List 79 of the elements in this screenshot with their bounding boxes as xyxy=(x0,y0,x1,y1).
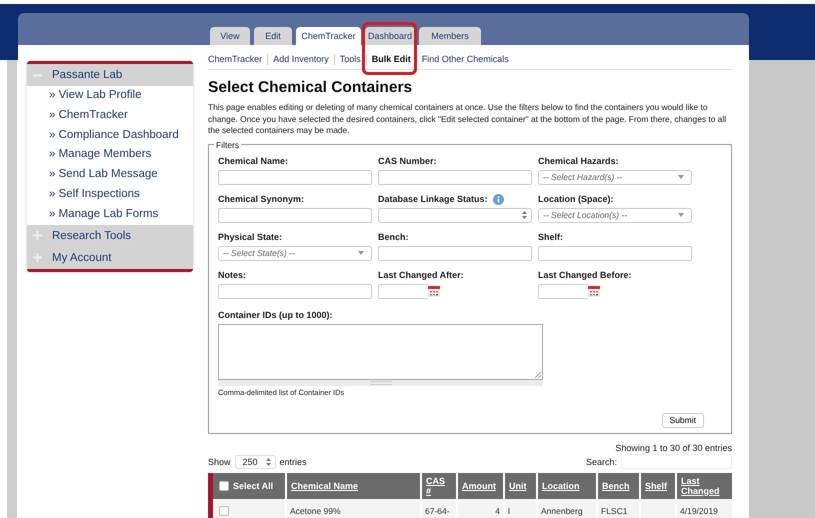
field-label: Chemical Synonym: xyxy=(218,194,304,204)
nav-tab[interactable]: Dashboard xyxy=(365,27,415,45)
table-cell: Acetone 99% xyxy=(290,506,341,516)
nav-tab[interactable]: Edit xyxy=(254,27,292,45)
dropdown[interactable]: -- Select Hazard(s) -- xyxy=(538,170,692,185)
sidebar-link[interactable]: » Compliance Dashboard xyxy=(27,126,193,146)
plus-icon xyxy=(33,231,42,240)
field-label: CAS Number: xyxy=(378,156,437,166)
field-label: Chemical Hazards: xyxy=(538,156,619,166)
search-label: Search: xyxy=(586,456,617,467)
nav-tab[interactable]: Members xyxy=(419,27,481,45)
nav-tab[interactable]: View xyxy=(210,27,250,45)
text-field[interactable] xyxy=(218,170,372,185)
dropdown[interactable]: -- Select Location(s) -- xyxy=(538,208,692,223)
sidebar-link[interactable]: » Manage Lab Forms xyxy=(27,204,193,225)
text-area[interactable] xyxy=(218,324,543,380)
text-field[interactable] xyxy=(218,284,372,299)
field-label: Container IDs (up to 1000): xyxy=(218,310,334,320)
field-label: Chemical Name: xyxy=(218,156,288,166)
subnav-link[interactable]: Find Other Chemicals xyxy=(422,54,509,64)
field-label: Last Changed After: xyxy=(378,270,464,280)
text-field[interactable] xyxy=(378,170,532,185)
updown-icon xyxy=(522,211,527,220)
sidebar-group[interactable]: Research Tools xyxy=(27,224,193,247)
column-header[interactable]: Select All xyxy=(213,472,285,499)
checkbox[interactable] xyxy=(219,506,229,516)
dropdown[interactable]: -- Select State(s) -- xyxy=(218,246,372,261)
checkbox[interactable] xyxy=(219,480,229,491)
text-field[interactable] xyxy=(218,208,372,223)
calendar-icon[interactable] xyxy=(428,286,440,297)
entries-select[interactable]: 250 xyxy=(234,454,276,469)
table-cell: 67-64- xyxy=(425,506,450,516)
field-label: Last Changed Before: xyxy=(538,270,632,280)
caret-icon xyxy=(678,175,684,180)
subnav-link[interactable]: Tools xyxy=(340,54,361,64)
entries-label: entries xyxy=(280,456,307,467)
table-cell: 4/19/2019 xyxy=(680,506,718,516)
caret-icon xyxy=(678,213,684,218)
filters-legend: Filters xyxy=(214,140,242,150)
sidebar-link[interactable]: » View Lab Profile xyxy=(27,86,193,106)
sidebar-group[interactable]: Passante Lab xyxy=(27,64,193,86)
sidebar-link[interactable]: » Manage Members xyxy=(27,145,193,166)
field-label: Shelf: xyxy=(538,232,564,242)
group-label: Passante Lab xyxy=(52,69,122,81)
calendar-icon[interactable] xyxy=(588,286,600,297)
table-cell: 4 xyxy=(495,506,500,516)
sidebar-link[interactable]: » Self Inspections xyxy=(27,184,193,205)
text-field[interactable] xyxy=(538,246,692,261)
field-label: Notes: xyxy=(218,270,246,280)
field-label: Bench: xyxy=(378,232,409,242)
page-title: Select Chemical Containers xyxy=(208,79,414,97)
sidebar-link[interactable]: » ChemTracker xyxy=(27,106,193,126)
submit-button[interactable]: Submit xyxy=(662,412,704,428)
caret-icon xyxy=(358,251,364,256)
field-label: Location (Space): xyxy=(538,194,614,204)
date-field[interactable] xyxy=(378,284,428,299)
intro-text: This page enables editing or deleting of many chemical containers at once. Use the filters below to find the containers you would like to change. Once you have selected the desired containers, click "Edit selected container" at the bottom of the page. From there, changes to all the selected containers may be made. xyxy=(208,102,728,137)
table-cell: Annenberg xyxy=(541,506,583,516)
entries-info: Showing 1 to 30 of 30 entries xyxy=(615,442,732,453)
table-cell: l xyxy=(508,506,510,516)
dropdown[interactable] xyxy=(378,208,532,223)
field-label: Database Linkage Status: xyxy=(378,194,488,204)
group-label: Research Tools xyxy=(52,230,132,242)
group-label: My Account xyxy=(52,252,112,264)
subnav-link[interactable]: Add Inventory xyxy=(273,54,329,64)
subnav-link[interactable]: ChemTracker xyxy=(208,54,262,64)
updown-icon xyxy=(266,458,271,466)
sidebar-link[interactable]: » Send Lab Message xyxy=(27,165,193,185)
resize-handle-icon[interactable] xyxy=(535,372,541,378)
field-label: Physical State: xyxy=(218,232,282,242)
info-icon[interactable] xyxy=(492,194,504,205)
subnav-link[interactable]: Bulk Edit xyxy=(372,54,411,64)
text-field[interactable] xyxy=(378,246,532,261)
table-cell: FLSC1 xyxy=(601,506,628,516)
date-field[interactable] xyxy=(538,284,588,299)
sidebar-group[interactable]: My Account xyxy=(27,246,193,269)
plus-icon xyxy=(33,253,42,262)
nav-tab[interactable]: ChemTracker xyxy=(296,27,361,45)
show-label: Show xyxy=(208,456,231,467)
